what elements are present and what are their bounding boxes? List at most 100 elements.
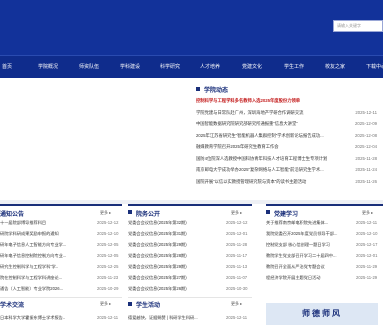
notices-title: 通知公告: [0, 212, 25, 218]
party-item[interactable]: 程经济学院开展主题党日活动 2025-11-29: [266, 273, 382, 283]
news-item-title: 学院党建与日常队赴广州，深圳海地产学研合作调研交流: [196, 109, 304, 115]
affairs-item[interactable]: 党委会会议信息(2025年第29期) 2025-11-28: [128, 240, 252, 250]
news-item[interactable]: 中国智能数据研究院研究部研究所通报重“信息大讲堂” 2025-12-09: [196, 119, 383, 129]
affairs-item-date: 2025-11-07: [226, 275, 248, 280]
academic-item-title: 日本科学大学霍振东博士学术报告..: [0, 315, 66, 320]
news-item-date: 2025-12-08: [355, 132, 377, 138]
affairs-item[interactable]: 党委会会议信息(2025年第28期) 2025-11-17: [128, 251, 252, 261]
student-title: 学生活动: [136, 303, 161, 309]
notices-item-date: 2025-12-05: [97, 253, 119, 258]
notices-item[interactable]: 十一届院部博导推荐科目 2025-12-12: [0, 218, 123, 228]
notices-item[interactable]: 研院学科研成果奖励申报的通知 2025-12-10: [0, 229, 123, 239]
notices-item-title: 研院学科研成果奖励申报的通知: [0, 231, 59, 236]
notices-item[interactable]: 研年电子信息控制院控制方向专业... 2025-12-05: [0, 251, 123, 261]
main-nav: 首页 学院概况 师资队伍 学科建设 科学研究 人才培养 党建文化 学生工作 校友…: [0, 55, 383, 78]
party-item-date: 2025-12-10: [356, 231, 378, 236]
party-item-date: 2025-11-29: [356, 264, 378, 269]
student-more-link[interactable]: 更多 ▸: [231, 301, 242, 307]
nav-item-about[interactable]: 学院概况: [38, 56, 58, 78]
party-title: 党建学习: [274, 212, 299, 218]
party-item-title: 关于推荐南京邮电积院先进集体...: [266, 220, 329, 225]
notices-more-link[interactable]: 更多 ▸: [100, 210, 111, 216]
news-item-title: 国院开展“以信以实教授管理研究院与资本”的读书主题活动: [196, 178, 307, 184]
notices-item[interactable]: 通告（人工智能）专业学院2026... 2025-10-29: [0, 284, 123, 294]
affairs-item-title: 党委会会议信息(2025年第29期): [128, 264, 187, 269]
academic-item-date: 2025-12-11: [97, 315, 119, 320]
notices-item-title: 研究生控制科学与工程学科“学..: [0, 264, 59, 269]
party-item-date: 2025-11-29: [356, 275, 378, 280]
party-item-title: 控制党支部 核心信创理一题日学习: [266, 242, 330, 247]
news-item-title: 南京邮电大学成功举办2025“复杂网络与人工智能”前沿研究生学术...: [196, 167, 324, 172]
affairs-item[interactable]: 党委会会议信息(2025年第27期) 2025-11-07: [128, 273, 252, 283]
news-item[interactable]: 南京邮电大学成功举办2025“复杂网络与人工智能”前沿研究生学术... 2025-…: [196, 165, 383, 175]
nav-item-discipline[interactable]: 学科建设: [120, 56, 140, 78]
header-bar: [0, 0, 383, 55]
affairs-item-date: 2025-12-01: [226, 231, 248, 236]
nav-item-party[interactable]: 党建文化: [242, 56, 262, 78]
news-item[interactable]: 学院党建与日常队赴广州，深圳海地产学研合作调研交流 2025-12-11: [196, 108, 383, 118]
ethics-banner[interactable]: 师德师风: [266, 303, 378, 325]
affairs-item-title: 党委会会议信息(2025年第28期): [128, 253, 187, 258]
student-item-date: 2025-12-11: [226, 315, 248, 320]
news-title: 学院动态: [204, 88, 229, 94]
affairs-item-date: 2025-11-28: [226, 242, 248, 247]
news-item-title: 融媒教育学院召开2025年研究生教育工作会: [196, 144, 279, 149]
party-item[interactable]: 教院学生党支部召开学习二十届四中... 2025-12-01: [266, 251, 382, 261]
notices-item-date: 2025-12-12: [97, 220, 119, 225]
news-item[interactable]: 国防4位院深人选教授中国科协青年科技人才培育工程博士生专项计划 2025-11-2…: [196, 154, 383, 164]
flag-icon: [266, 210, 270, 214]
flag-icon: [128, 302, 132, 306]
affairs-item-title: 党委会会议信息(2025年第31期): [128, 231, 187, 236]
party-item-title: 程经济学院开展主题党日活动: [266, 275, 321, 280]
news-item[interactable]: 控制科学与工程学科多名教师入选2025年度股份力领单: [196, 96, 383, 106]
student-item[interactable]: 德爱越快，证据赐赞 | 科研学生科研... 2025-12-11: [128, 313, 252, 323]
notices-item-date: 2025-12-25: [97, 264, 119, 269]
party-item[interactable]: 控制党支部 核心信创理一题日学习 2025-12-17: [266, 240, 382, 250]
nav-item-students[interactable]: 学生工作: [284, 56, 304, 78]
affairs-item[interactable]: 党委会会议信息(2025年第31期) 2025-12-01: [128, 229, 252, 239]
party-item[interactable]: 关于推荐南京邮电积院先进集体... 2025-12-11: [266, 218, 382, 228]
party-item[interactable]: 我院党委召开2025年度党员领导干部... 2025-12-10: [266, 229, 382, 239]
nav-item-home[interactable]: 首页: [2, 56, 12, 78]
search-input[interactable]: 请输入关键字: [333, 20, 383, 32]
notices-item-date: 2025-12-05: [97, 242, 119, 247]
notices-item-title: 研年电子信息人工智能方向专业学...: [0, 242, 67, 247]
notices-item-title: 通告（人工智能）专业学院2026...: [0, 286, 64, 291]
nav-item-education[interactable]: 人才培养: [200, 56, 220, 78]
notices-item[interactable]: 研年电子信息人工智能方向专业学... 2025-12-05: [0, 240, 123, 250]
notices-item-title: 十一届院部博导推荐科目: [0, 220, 47, 225]
nav-item-downloads[interactable]: 下载中心: [366, 56, 383, 78]
affairs-item[interactable]: 党委会会议信息(2025年第29期) 2025-11-13: [128, 262, 252, 272]
academic-more-link[interactable]: 更多 ▸: [100, 301, 111, 307]
flag-icon: [196, 87, 200, 91]
party-item-title: 教院召开全面从严治党专题会议: [266, 264, 325, 269]
notices-item-title: 研年电子信息控制院控制方向专业...: [0, 253, 67, 258]
academic-item[interactable]: 日本科学大学霍振东博士学术报告.. 2025-12-11: [0, 313, 123, 323]
affairs-item-title: 党委会会议信息(2025年第29期): [128, 242, 187, 247]
party-item-date: 2025-12-11: [356, 220, 378, 225]
party-item[interactable]: 教院召开全面从严治党专题会议 2025-11-29: [266, 262, 382, 272]
news-item-date: 2025-11-28: [355, 155, 377, 161]
notices-item[interactable]: 研究生控制科学与工程学科“学.. 2025-12-25: [0, 262, 123, 272]
news-item[interactable]: 融媒教育学院召开2025年研究生教育工作会 2025-12-04: [196, 142, 383, 152]
affairs-item[interactable]: 党委会会议信息(2025年第26期) 2025-10-30: [128, 284, 252, 294]
affairs-title: 院务公开: [136, 212, 161, 218]
nav-item-faculty[interactable]: 师资队伍: [79, 56, 99, 78]
news-item[interactable]: 2025年江苏省研究生“智能机器人集群控制”学术创新论坛报告成功... 2025-…: [196, 131, 383, 141]
affairs-item-title: 党委会会议信息(2025年第27期): [128, 275, 187, 280]
affairs-item-date: 2025-11-17: [226, 253, 248, 258]
news-item-date: 2025-12-09: [355, 121, 377, 126]
party-item-title: 教院学生党支部召开学习二十届四中...: [266, 253, 337, 258]
affairs-item[interactable]: 党委会会议信息(2025年第32期) 2025-12-12: [128, 218, 252, 228]
party-more-link[interactable]: 更多 ▸: [362, 210, 373, 216]
news-item-date: 2025-12-11: [355, 109, 377, 115]
news-item-date: 2025-11-26: [355, 178, 377, 184]
notices-item[interactable]: 院在控制科学与工程学科讲座论... 2025-11-23: [0, 273, 123, 283]
nav-item-research[interactable]: 科学研究: [160, 56, 180, 78]
party-item-date: 2025-12-01: [356, 253, 378, 258]
party-item-title: 我院党委召开2025年度党员领导干部...: [266, 231, 338, 236]
affairs-more-link[interactable]: 更多 ▸: [231, 210, 242, 216]
news-item[interactable]: 国院开展“以信以实教授管理研究院与资本”的读书主题活动 2025-11-26: [196, 177, 383, 187]
nav-item-alumni[interactable]: 校友之家: [325, 56, 345, 78]
news-item-title: 中国智能数据研究院研究部研究所通报重“信息大讲堂”: [196, 121, 298, 126]
